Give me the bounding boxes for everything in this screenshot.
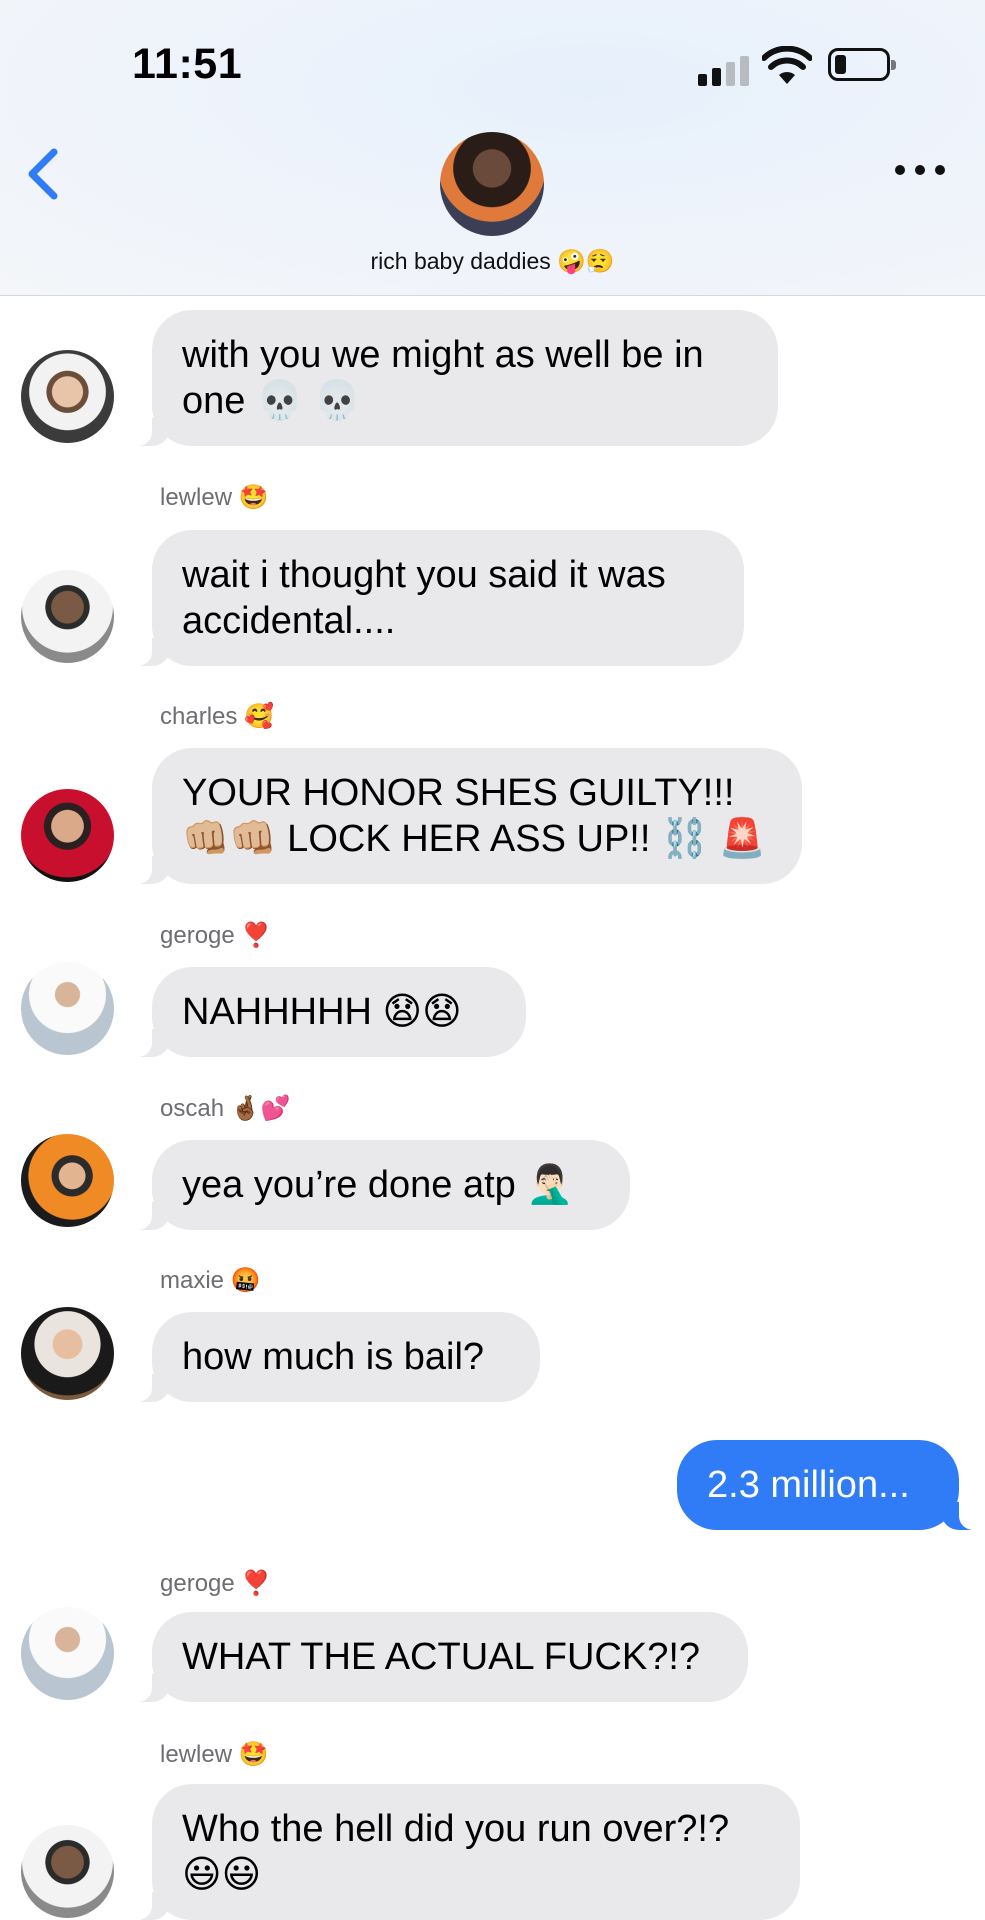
cellular-signal-icon [698,56,750,86]
avatar[interactable] [21,789,114,882]
sender-name: charles 🥰 [160,703,274,730]
more-options-icon[interactable] [895,160,945,180]
message-bubble[interactable]: WHAT THE ACTUAL FUCK?!? [130,1612,748,1702]
sender-name: oscah 🤞🏾💕 [160,1095,291,1122]
group-name[interactable]: rich baby daddies 🤪😮‍💨 [0,248,985,275]
avatar[interactable] [21,1134,114,1227]
sender-name: geroge ❣️ [160,1570,272,1597]
sender-name: geroge ❣️ [160,922,272,949]
message-bubble[interactable]: Who the hell did you run over?!? 😃😃 [130,1784,800,1920]
sender-name: lewlew 🤩 [160,484,269,511]
group-avatar[interactable] [440,132,544,236]
status-time: 11:51 [132,40,243,88]
sender-name: lewlew 🤩 [160,1741,269,1768]
message-bubble-outgoing[interactable]: 2.3 million... [677,1440,981,1530]
avatar[interactable] [21,570,114,663]
sender-name: maxie 🤬 [160,1267,261,1294]
avatar[interactable] [21,350,114,443]
message-bubble[interactable]: how much is bail? [130,1312,540,1402]
message-bubble[interactable]: YOUR HONOR SHES GUILTY!!! 👊🏼👊🏼 LOCK HER … [130,748,802,884]
battery-icon [828,48,896,81]
message-bubble[interactable]: wait i thought you said it was accidenta… [130,530,744,666]
avatar[interactable] [21,1607,114,1700]
avatar[interactable] [21,962,114,1055]
avatar[interactable] [21,1825,114,1918]
message-bubble[interactable]: NAHHHHH 😧😧 [130,967,526,1057]
message-bubble[interactable]: yea you’re done atp 🤦🏻‍♂️ [130,1140,630,1230]
message-bubble[interactable]: with you we might as well be in one 💀 💀 [130,310,778,446]
conversation-header: 11:51 rich baby daddies 🤪😮‍💨 [0,0,985,296]
avatar[interactable] [21,1307,114,1400]
back-chevron-icon[interactable] [24,148,64,200]
wifi-icon [762,46,812,84]
